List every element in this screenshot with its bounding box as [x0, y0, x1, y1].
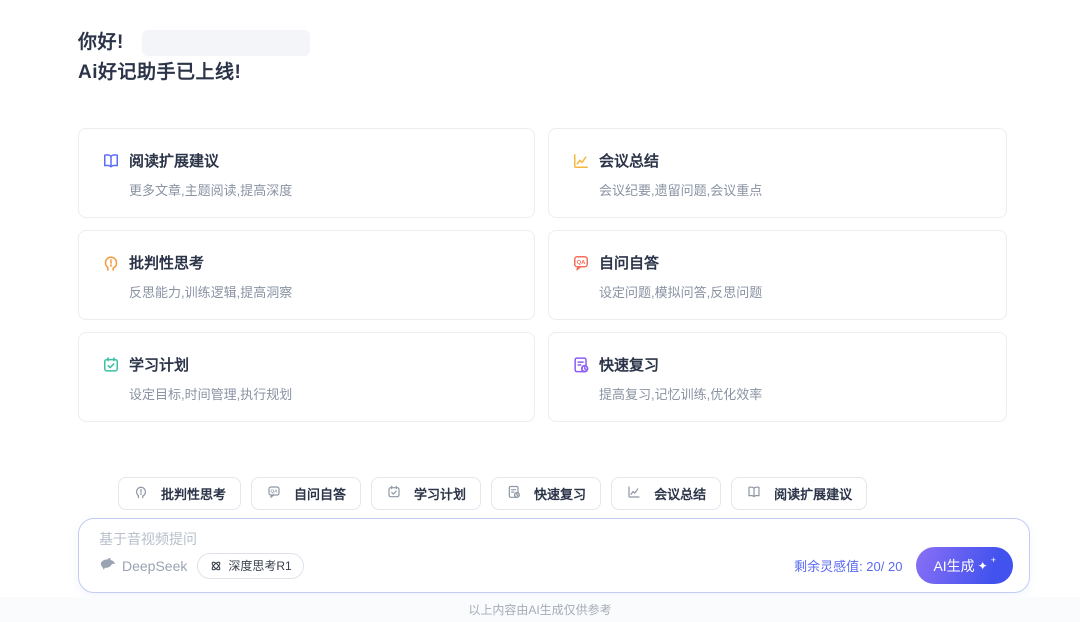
card-description: 设定目标,时间管理,执行规划: [129, 387, 293, 402]
chip-label: 学习计划: [414, 487, 467, 502]
credits-remaining: 剩余灵感值: 20/ 20: [794, 559, 903, 574]
prompt-composer: DeepSeek 深度思考R1 剩余灵感值: 20/ 20 AI生成 ✦ +: [78, 518, 1030, 593]
deepseek-whale-icon: [99, 556, 118, 575]
card-self-qa[interactable]: QA 自问自答 设定问题,模拟问答,反思问题: [548, 230, 1007, 320]
chip-label: 阅读扩展建议: [774, 487, 853, 502]
chip-label: 批判性思考: [161, 487, 227, 502]
card-title: 学习计划: [129, 357, 190, 374]
head-exclamation-icon: [101, 253, 121, 273]
card-reading-suggestions[interactable]: 阅读扩展建议 更多文章,主题阅读,提高深度: [78, 128, 535, 218]
card-description: 提高复习,记忆训练,优化效率: [599, 387, 763, 402]
card-description: 会议纪要,遗留问题,会议重点: [599, 183, 763, 198]
card-title: 会议总结: [599, 153, 660, 170]
chip-label: 自问自答: [294, 487, 347, 502]
calendar-check-icon: [101, 355, 121, 375]
card-title: 自问自答: [599, 255, 660, 272]
chip-study-plan[interactable]: 学习计划: [371, 477, 482, 510]
chip-label: 会议总结: [654, 487, 707, 502]
card-title: 阅读扩展建议: [129, 153, 220, 170]
headline-text: Ai好记助手已上线!: [78, 62, 242, 83]
greeting-text: 你好!: [78, 32, 124, 53]
head-exclamation-icon: [133, 484, 153, 504]
deep-think-mode-pill[interactable]: 深度思考R1: [197, 552, 304, 579]
card-study-plan[interactable]: 学习计划 设定目标,时间管理,执行规划: [78, 332, 535, 422]
chip-self-qa[interactable]: QA 自问自答: [251, 477, 362, 510]
chip-reading-suggestions[interactable]: 阅读扩展建议: [731, 477, 868, 510]
username-skeleton: [141, 30, 310, 56]
chip-critical-thinking[interactable]: 批判性思考: [118, 477, 242, 510]
card-title: 快速复习: [599, 357, 660, 374]
card-description: 更多文章,主题阅读,提高深度: [129, 183, 293, 198]
svg-text:QA: QA: [271, 488, 279, 493]
qa-bubble-icon: QA: [571, 253, 591, 273]
chip-label: 快速复习: [534, 487, 587, 502]
ai-generate-label: AI生成: [933, 557, 975, 574]
model-name-label: DeepSeek: [122, 557, 188, 574]
card-description: 反思能力,训练逻辑,提高洞察: [129, 285, 293, 300]
card-title: 批判性思考: [129, 255, 205, 272]
doc-clock-icon: [571, 355, 591, 375]
prompt-input[interactable]: [99, 531, 699, 547]
feature-cards-grid: 阅读扩展建议 更多文章,主题阅读,提高深度 会议总结 会议纪要,遗留问题,会议重…: [78, 128, 1080, 422]
sparkle-plus-icon: +: [990, 555, 996, 565]
line-chart-icon: [571, 151, 591, 171]
ai-generate-button[interactable]: AI生成 ✦ +: [916, 547, 1013, 584]
qa-bubble-icon: QA: [266, 484, 286, 504]
footer: 以上内容由AI生成仅供参考: [0, 597, 1080, 622]
svg-text:QA: QA: [577, 259, 587, 265]
book-icon: [746, 484, 766, 504]
chip-meeting-summary[interactable]: 会议总结: [611, 477, 722, 510]
deep-think-label: 深度思考R1: [228, 559, 292, 573]
card-quick-review[interactable]: 快速复习 提高复习,记忆训练,优化效率: [548, 332, 1007, 422]
deep-think-icon: [209, 559, 223, 573]
sparkle-icon: ✦: [977, 558, 988, 573]
chip-quick-review[interactable]: 快速复习: [491, 477, 602, 510]
model-brand: DeepSeek: [99, 556, 187, 575]
ai-disclaimer-text: 以上内容由AI生成仅供参考: [468, 603, 612, 617]
calendar-check-icon: [386, 484, 406, 504]
card-description: 设定问题,模拟问答,反思问题: [599, 285, 763, 300]
suggestion-chips-row: 批判性思考 QA 自问自答 学习计划 快速复习 会议总结 阅读扩展建议: [118, 477, 1080, 510]
line-chart-icon: [626, 484, 646, 504]
doc-clock-icon: [506, 484, 526, 504]
card-meeting-summary[interactable]: 会议总结 会议纪要,遗留问题,会议重点: [548, 128, 1007, 218]
book-icon: [101, 151, 121, 171]
page: 你好! Ai好记助手已上线! 阅读扩展建议 更多文章,主题阅读,提高深度 会议总…: [0, 0, 1080, 622]
card-critical-thinking[interactable]: 批判性思考 反思能力,训练逻辑,提高洞察: [78, 230, 535, 320]
